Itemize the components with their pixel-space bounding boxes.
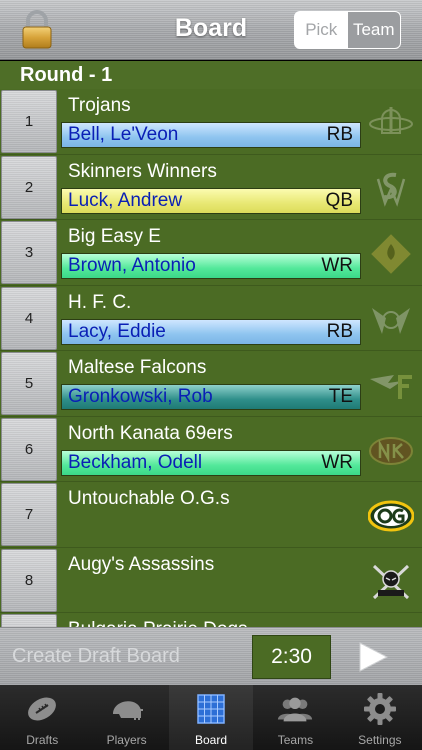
round-header: Round - 1 bbox=[0, 61, 422, 89]
sw-monogram-icon bbox=[366, 167, 416, 211]
tab-teams[interactable]: Teams bbox=[253, 685, 337, 750]
board-row[interactable]: 3 Big Easy E Brown, Antonio WR bbox=[0, 220, 422, 286]
player-name: Gronkowski, Rob bbox=[68, 386, 213, 407]
drafted-player-bar[interactable]: Lacy, Eddie RB bbox=[61, 318, 361, 345]
tab-bar: Drafts Players Board Teams Settings bbox=[0, 685, 422, 750]
falcon-f-icon bbox=[366, 363, 416, 407]
pick-number: 4 bbox=[1, 286, 57, 350]
player-position: QB bbox=[325, 189, 353, 211]
team-name: Trojans bbox=[68, 95, 131, 116]
player-name: Brown, Antonio bbox=[68, 255, 196, 276]
team-name: H. F. C. bbox=[68, 291, 132, 313]
assassins-skull-icon bbox=[366, 560, 416, 604]
pick-number: 9 bbox=[1, 614, 57, 627]
board-row[interactable]: 6 North Kanata 69ers Beckham, Odell WR bbox=[0, 417, 422, 482]
nav-bar: Board Pick Team bbox=[0, 0, 422, 60]
team-name: Maltese Falcons bbox=[68, 357, 207, 378]
draft-board[interactable]: Round - 1 1 Trojans Bell, Le'Veon RB 2 S… bbox=[0, 61, 422, 627]
drafted-player-bar[interactable]: Beckham, Odell WR bbox=[61, 449, 361, 476]
pick-number: 7 bbox=[1, 483, 57, 546]
drafted-player-bar[interactable]: Bell, Le'Veon RB bbox=[61, 122, 361, 148]
board-row[interactable]: 4 H. F. C. Lacy, Eddie RB bbox=[0, 286, 422, 351]
pick-number: 8 bbox=[1, 548, 57, 612]
drafted-player-bar[interactable]: Brown, Antonio WR bbox=[61, 253, 361, 279]
lock-icon[interactable] bbox=[20, 10, 54, 50]
pick-number: 3 bbox=[1, 221, 57, 284]
create-draft-board-button[interactable]: Create Draft Board bbox=[12, 645, 180, 668]
player-position: RB bbox=[326, 124, 353, 145]
gear-icon bbox=[361, 691, 399, 727]
team-name: Bulgaria Prairie Dogs bbox=[68, 619, 248, 627]
board-row[interactable]: 1 Trojans Bell, Le'Veon RB bbox=[0, 89, 422, 155]
trojan-helmet-icon bbox=[366, 101, 416, 145]
drafted-player-bar[interactable]: Gronkowski, Rob TE bbox=[61, 384, 361, 410]
hfc-wings-icon bbox=[366, 298, 416, 342]
board-row[interactable]: 9 Bulgaria Prairie Dogs bbox=[0, 613, 422, 627]
team-name: North Kanata 69ers bbox=[68, 422, 233, 444]
fleur-de-lis-icon bbox=[366, 232, 416, 276]
og-oval-icon bbox=[366, 494, 416, 538]
draft-action-bar: Create Draft Board 2:30 bbox=[0, 627, 422, 685]
team-name: Augy's Assassins bbox=[68, 553, 215, 575]
football-icon bbox=[23, 691, 61, 727]
nk-oval-icon bbox=[366, 429, 416, 473]
team-name: Untouchable O.G.s bbox=[68, 488, 230, 509]
board-row[interactable]: 8 Augy's Assassins bbox=[0, 548, 422, 613]
tab-drafts[interactable]: Drafts bbox=[0, 685, 84, 750]
team-name: Skinners Winners bbox=[68, 160, 217, 182]
player-position: WR bbox=[321, 255, 353, 276]
pick-number: 6 bbox=[1, 417, 57, 481]
grid-board-icon bbox=[192, 691, 230, 727]
tab-settings[interactable]: Settings bbox=[338, 685, 422, 750]
tab-label: Teams bbox=[277, 733, 314, 747]
player-name: Lacy, Eddie bbox=[68, 320, 166, 342]
people-icon bbox=[276, 691, 314, 727]
draft-timer: 2:30 bbox=[252, 635, 331, 679]
board-row[interactable]: 5 Maltese Falcons Gronkowski, Rob TE bbox=[0, 351, 422, 417]
pick-team-segmented-control[interactable]: Pick Team bbox=[294, 11, 401, 49]
player-name: Luck, Andrew bbox=[68, 189, 183, 211]
player-name: Bell, Le'Veon bbox=[68, 124, 179, 145]
board-row[interactable]: 7 Untouchable O.G.s bbox=[0, 482, 422, 548]
player-position: TE bbox=[328, 386, 353, 407]
tab-players[interactable]: Players bbox=[84, 685, 168, 750]
player-position: RB bbox=[326, 320, 353, 342]
play-icon[interactable] bbox=[356, 640, 390, 674]
tab-label: Players bbox=[106, 733, 147, 747]
tab-label: Drafts bbox=[26, 733, 59, 747]
tab-board[interactable]: Board bbox=[168, 685, 254, 750]
board-row[interactable]: 2 Skinners Winners Luck, Andrew QB bbox=[0, 155, 422, 220]
pick-number: 1 bbox=[1, 90, 57, 153]
pick-number: 5 bbox=[1, 352, 57, 415]
helmet-icon bbox=[108, 691, 146, 727]
segment-pick[interactable]: Pick bbox=[295, 12, 348, 48]
player-name: Beckham, Odell bbox=[68, 451, 203, 473]
tab-label: Board bbox=[195, 733, 228, 747]
team-name: Big Easy E bbox=[68, 226, 161, 247]
pick-number: 2 bbox=[1, 155, 57, 219]
tab-label: Settings bbox=[358, 733, 402, 747]
player-position: WR bbox=[321, 451, 353, 473]
drafted-player-bar[interactable]: Luck, Andrew QB bbox=[61, 187, 361, 214]
segment-team[interactable]: Team bbox=[347, 12, 400, 48]
